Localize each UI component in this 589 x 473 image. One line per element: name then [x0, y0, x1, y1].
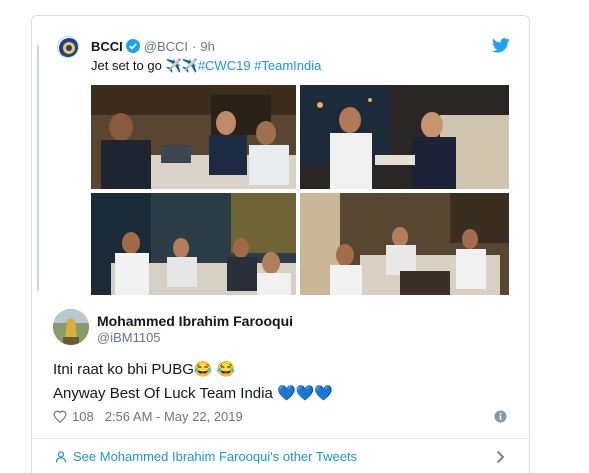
author-avatar[interactable] — [53, 309, 89, 345]
hashtag-links[interactable]: #CWC19 #TeamIndia — [198, 58, 322, 73]
quoted-tweet-time[interactable]: 9h — [200, 39, 214, 54]
tweet-photo-1[interactable] — [91, 85, 296, 189]
quoted-text-plain: Jet set to go — [91, 58, 166, 73]
footer-divider — [32, 438, 529, 439]
quoted-tweet-header: BCCI @BCCI · 9h — [91, 37, 215, 55]
bcci-logo-avatar[interactable] — [57, 36, 79, 58]
twitter-bird-icon[interactable] — [492, 38, 510, 53]
people-icon — [55, 450, 67, 463]
chevron-right-icon[interactable] — [496, 450, 505, 464]
verified-badge-icon — [125, 39, 140, 53]
laughing-emoji: 😂 😂 — [193, 361, 236, 378]
tweet-photo-2[interactable] — [300, 85, 509, 189]
tweet-photo-3[interactable] — [91, 193, 296, 295]
author-handle[interactable]: @iBM1105 — [97, 330, 161, 345]
see-more-tweets-link[interactable]: See Mohammed Ibrahim Farooqui's other Tw… — [55, 449, 357, 464]
info-icon[interactable] — [494, 410, 507, 423]
author-name[interactable]: Mohammed Ibrahim Farooqui — [97, 313, 293, 329]
quote-connector-line — [37, 45, 39, 291]
tweet-text-line-2: Anyway Best Of Luck Team India 💙💙💙 — [53, 384, 333, 402]
tweet-text-line-1: Itni raat ko bhi PUBG😂 😂 — [53, 360, 235, 378]
tweet-photo-4[interactable] — [300, 193, 509, 295]
quoted-author-handle[interactable]: @BCCI — [144, 39, 188, 54]
tweet-timestamp[interactable]: 2:56 AM - May 22, 2019 — [105, 409, 243, 424]
like-count[interactable]: 108 — [72, 409, 94, 424]
see-more-label[interactable]: See Mohammed Ibrahim Farooqui's other Tw… — [73, 449, 357, 464]
airplane-emoji: ✈️✈️ — [165, 58, 198, 73]
like-heart-icon[interactable] — [53, 410, 67, 423]
quoted-author-name[interactable]: BCCI — [91, 39, 123, 54]
tweet-text-2: Anyway Best Of Luck Team India — [53, 385, 277, 402]
tweet-meta: 108 2:56 AM - May 22, 2019 — [53, 409, 243, 424]
quoted-tweet-text: Jet set to go ✈️✈️#CWC19 #TeamIndia — [91, 58, 321, 74]
tweet-text-1: Itni raat ko bhi PUBG — [53, 361, 194, 378]
blue-heart-emoji: 💙💙💙 — [277, 385, 334, 402]
header-separator: · — [192, 38, 197, 54]
